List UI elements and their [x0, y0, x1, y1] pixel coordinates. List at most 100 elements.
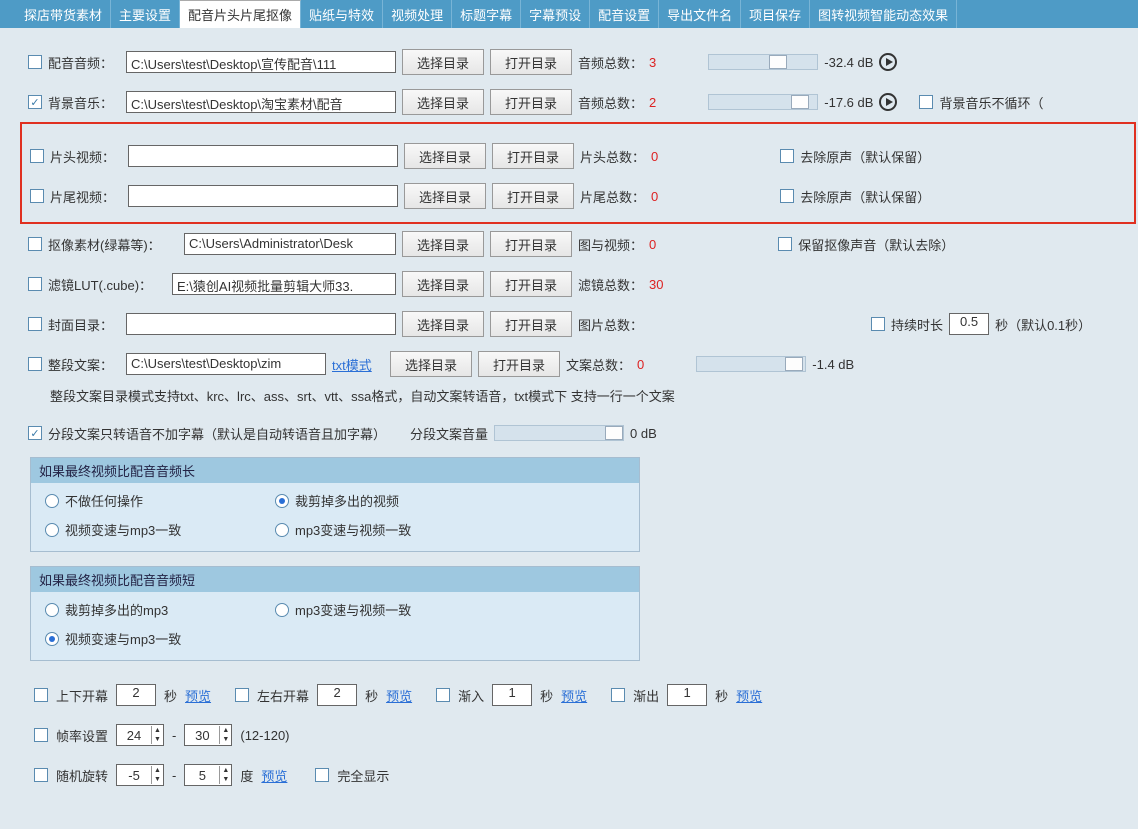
- link-txt-mode[interactable]: txt模式: [332, 355, 384, 374]
- checkbox-matte-keep-audio[interactable]: [778, 237, 792, 251]
- checkbox-matte[interactable]: [28, 237, 42, 251]
- btn-open-lut[interactable]: 打开目录: [490, 271, 572, 297]
- link-preview-fadein[interactable]: 预览: [561, 686, 587, 705]
- input-cover-path[interactable]: [126, 313, 396, 335]
- link-preview-rotate[interactable]: 预览: [261, 766, 287, 785]
- tab-audio-head-tail-matte[interactable]: 配音片头片尾抠像: [180, 0, 301, 28]
- tab-explore[interactable]: 探店带货素材: [16, 0, 111, 28]
- input-copy-path[interactable]: C:\Users\test\Desktop\zim: [126, 353, 326, 375]
- btn-open-opening[interactable]: 打开目录: [492, 143, 574, 169]
- radio-short-trim-mp3[interactable]: 裁剪掉多出的mp3: [45, 600, 225, 619]
- checkbox-fadein[interactable]: [436, 688, 450, 702]
- btn-select-dub-audio[interactable]: 选择目录: [402, 49, 484, 75]
- checkbox-bgm-noloop[interactable]: [919, 95, 933, 109]
- radio-short-video-speed[interactable]: 视频变速与mp3一致: [45, 629, 225, 648]
- input-fps-max[interactable]: 30▲▼: [184, 724, 232, 746]
- tab-img2vid-motion[interactable]: 图转视频智能动态效果: [810, 0, 957, 28]
- label-ending: 片尾视频：: [50, 187, 122, 206]
- tab-main-settings[interactable]: 主要设置: [111, 0, 180, 28]
- btn-open-cover[interactable]: 打开目录: [490, 311, 572, 337]
- label-ending-count: 片尾总数：: [580, 187, 645, 206]
- input-dub-audio-path[interactable]: C:\Users\test\Desktop\宣传配音\111: [126, 51, 396, 73]
- checkbox-bgm[interactable]: [28, 95, 42, 109]
- slider-bgm-volume[interactable]: [708, 94, 818, 110]
- chevron-up-icon: ▲: [220, 726, 231, 735]
- checkbox-fadeout[interactable]: [611, 688, 625, 702]
- btn-select-cover[interactable]: 选择目录: [402, 311, 484, 337]
- radio-long-mp3-speed[interactable]: mp3变速与视频一致: [275, 520, 455, 539]
- btn-select-copy[interactable]: 选择目录: [390, 351, 472, 377]
- row-curtain-fade: 上下开幕 2 秒 预览 左右开幕 2 秒 预览 渐入 1 秒 预览 渐出 1 秒…: [34, 675, 1128, 715]
- checkbox-fps[interactable]: [34, 728, 48, 742]
- input-matte-path[interactable]: C:\Users\Administrator\Desk: [184, 233, 396, 255]
- input-lut-path[interactable]: E:\猿创AI视频批量剪辑大师33.: [172, 273, 396, 295]
- radio-short-mp3-speed[interactable]: mp3变速与视频一致: [275, 600, 455, 619]
- btn-select-lut[interactable]: 选择目录: [402, 271, 484, 297]
- tab-stickers-fx[interactable]: 贴纸与特效: [301, 0, 383, 28]
- btn-select-matte[interactable]: 选择目录: [402, 231, 484, 257]
- input-bgm-path[interactable]: C:\Users\test\Desktop\淘宝素材\配音: [126, 91, 396, 113]
- radio-long-trim-video[interactable]: 裁剪掉多出的视频: [275, 491, 455, 510]
- value-matte-count: 0: [649, 237, 656, 252]
- input-cover-duration[interactable]: 0.5: [949, 313, 989, 335]
- checkbox-cover[interactable]: [28, 317, 42, 331]
- link-preview-fadeout[interactable]: 预览: [736, 686, 762, 705]
- checkbox-opening[interactable]: [30, 149, 44, 163]
- checkbox-opening-mute[interactable]: [780, 149, 794, 163]
- btn-open-matte[interactable]: 打开目录: [490, 231, 572, 257]
- label-audio-count: 音频总数：: [578, 53, 643, 72]
- slider-segment-volume[interactable]: [494, 425, 624, 441]
- tab-export-filename[interactable]: 导出文件名: [659, 0, 741, 28]
- chevron-down-icon: ▼: [220, 735, 231, 744]
- checkbox-segment-voice-only[interactable]: [28, 426, 42, 440]
- input-opening-path[interactable]: [128, 145, 398, 167]
- tab-video-process[interactable]: 视频处理: [383, 0, 452, 28]
- value-dub-audio-db: -32.4 dB: [824, 55, 873, 70]
- input-lr-sec[interactable]: 2: [317, 684, 357, 706]
- btn-select-opening[interactable]: 选择目录: [404, 143, 486, 169]
- checkbox-ending-mute[interactable]: [780, 189, 794, 203]
- tab-subtitle-preset[interactable]: 字幕预设: [521, 0, 590, 28]
- link-preview-ud[interactable]: 预览: [185, 686, 211, 705]
- play-icon[interactable]: [879, 53, 897, 71]
- label-fadein: 渐入: [458, 686, 484, 705]
- radio-long-noop[interactable]: 不做任何操作: [45, 491, 225, 510]
- checkbox-full-display[interactable]: [315, 768, 329, 782]
- slider-dub-audio-volume[interactable]: [708, 54, 818, 70]
- btn-select-ending[interactable]: 选择目录: [404, 183, 486, 209]
- btn-open-ending[interactable]: 打开目录: [492, 183, 574, 209]
- input-fadeout-sec[interactable]: 1: [667, 684, 707, 706]
- tab-dub-settings[interactable]: 配音设置: [590, 0, 659, 28]
- btn-open-copy[interactable]: 打开目录: [478, 351, 560, 377]
- input-rotate-min[interactable]: -5▲▼: [116, 764, 164, 786]
- value-copy-count: 0: [637, 357, 644, 372]
- group-title-shorter: 如果最终视频比配音音频短: [31, 567, 639, 592]
- checkbox-cover-duration[interactable]: [871, 317, 885, 331]
- row-bgm: 背景音乐： C:\Users\test\Desktop\淘宝素材\配音 选择目录…: [28, 82, 1128, 122]
- value-audio-count: 3: [649, 55, 656, 70]
- label-fps-range: (12-120): [240, 728, 289, 743]
- btn-select-bgm[interactable]: 选择目录: [402, 89, 484, 115]
- btn-open-bgm[interactable]: 打开目录: [490, 89, 572, 115]
- checkbox-dub-audio[interactable]: [28, 55, 42, 69]
- radio-long-video-speed[interactable]: 视频变速与mp3一致: [45, 520, 225, 539]
- row-opening-video: 片头视频： 选择目录 打开目录 片头总数： 0 去除原声（默认保留）: [30, 136, 1126, 176]
- btn-open-dub-audio[interactable]: 打开目录: [490, 49, 572, 75]
- slider-copy-volume[interactable]: [696, 356, 806, 372]
- input-ending-path[interactable]: [128, 185, 398, 207]
- checkbox-lut[interactable]: [28, 277, 42, 291]
- input-rotate-max[interactable]: 5▲▼: [184, 764, 232, 786]
- label-cover-count: 图片总数：: [578, 315, 643, 334]
- input-updown-sec[interactable]: 2: [116, 684, 156, 706]
- tab-project-save[interactable]: 项目保存: [741, 0, 810, 28]
- input-fadein-sec[interactable]: 1: [492, 684, 532, 706]
- tab-title-subtitle[interactable]: 标题字幕: [452, 0, 521, 28]
- checkbox-copy[interactable]: [28, 357, 42, 371]
- link-preview-lr[interactable]: 预览: [386, 686, 412, 705]
- input-fps-min[interactable]: 24▲▼: [116, 724, 164, 746]
- checkbox-lr-curtain[interactable]: [235, 688, 249, 702]
- checkbox-random-rotate[interactable]: [34, 768, 48, 782]
- checkbox-ending[interactable]: [30, 189, 44, 203]
- checkbox-updown-curtain[interactable]: [34, 688, 48, 702]
- play-icon[interactable]: [879, 93, 897, 111]
